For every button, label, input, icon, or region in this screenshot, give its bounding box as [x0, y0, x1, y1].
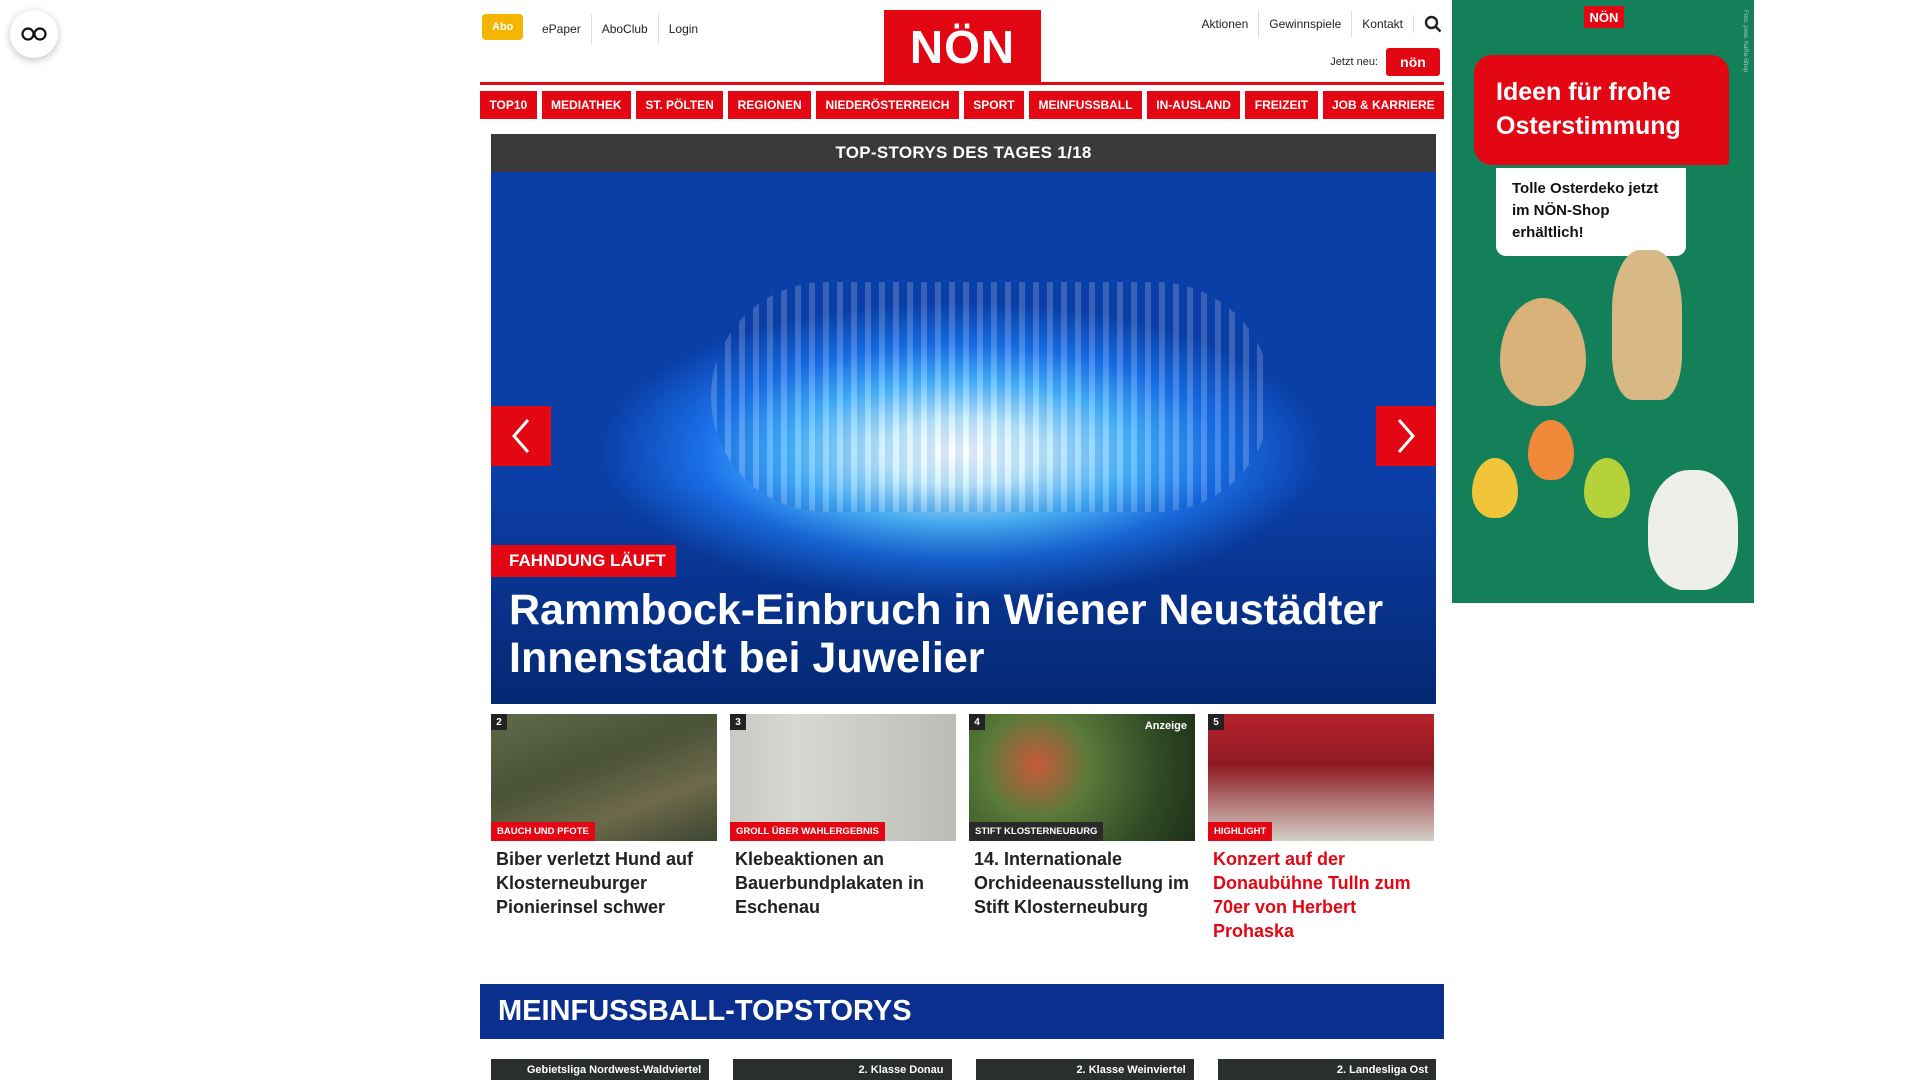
easter-ad-banner[interactable]: NÖN Foto: pixel, KaRa-Shop Ideen für fro… — [1452, 0, 1754, 603]
teaser-title[interactable]: Biber verletzt Hund auf Klosterneuburger… — [496, 847, 712, 919]
section-teaser[interactable]: 2. Klasse Donau — [733, 1059, 952, 1080]
nav-item-mediathek[interactable]: MEDIATHEK — [541, 91, 631, 119]
teaser-image: 2 BAUCH UND PFOTE — [491, 714, 717, 841]
ad-label: Anzeige — [1144, 720, 1187, 732]
ad-logo: NÖN — [1584, 6, 1624, 28]
teaser-tag: HIGHLIGHT — [1208, 822, 1273, 841]
abo-button[interactable]: Abo — [482, 14, 524, 40]
jetzt-neu-label: Jetzt neu: — [1330, 56, 1378, 68]
nav-item-meinfussball[interactable]: MEINFUSSBALL — [1029, 91, 1142, 119]
section-teaser[interactable]: 2. Landesliga Ost — [1217, 1059, 1436, 1080]
chevron-left-icon — [512, 419, 530, 453]
section-heading[interactable]: MEINFUSSBALL-TOPSTORYS — [480, 984, 1444, 1039]
gewinnspiele-link[interactable]: Gewinnspiele — [1258, 10, 1351, 38]
carousel-heading: TOP-STORYS DES TAGES 1/18 — [491, 134, 1436, 172]
teaser-title[interactable]: Klebeaktionen an Bauerbundplakaten in Es… — [735, 847, 951, 919]
teaser-number: 2 — [491, 714, 507, 730]
teaser-number: 4 — [969, 714, 985, 730]
hero-kicker: FAHNDUNG LÄUFT — [491, 545, 676, 577]
story-teasers: 2 BAUCH UND PFOTE Biber verletzt Hund au… — [491, 714, 1436, 943]
teaser-number: 3 — [730, 714, 746, 730]
teaser-tag: GROLL ÜBER WAHLERGEBNIS — [730, 822, 885, 841]
hero-story[interactable]: FAHNDUNG LÄUFT Rammbock-Einbruch in Wien… — [491, 172, 1436, 704]
nav-item-sport[interactable]: SPORT — [963, 91, 1025, 119]
teaser-image: 5 HIGHLIGHT — [1208, 714, 1434, 841]
kontakt-link[interactable]: Kontakt — [1351, 10, 1413, 38]
teaser-card[interactable]: 3 GROLL ÜBER WAHLERGEBNIS Klebeaktionen … — [730, 714, 956, 943]
site-header: Abo ePaper AboClub Login NÖN Aktionen Ge… — [480, 0, 1444, 86]
epaper-link[interactable]: ePaper — [532, 14, 591, 44]
top-links: ePaper AboClub Login — [532, 14, 708, 44]
rabbit-icon — [1648, 470, 1738, 590]
teaser-image: 4 Anzeige STIFT KLOSTERNEUBURG — [969, 714, 1195, 841]
hero-image-light — [711, 282, 1271, 512]
nav-item-regionen[interactable]: REGIONEN — [728, 91, 812, 119]
top-stories-carousel: TOP-STORYS DES TAGES 1/18 FAHNDUNG LÄUFT… — [491, 134, 1436, 704]
main-nav: TOP10 MEDIATHEK ST. PÖLTEN REGIONEN NIED… — [480, 91, 1445, 119]
ad-headline: Ideen für frohe Osterstimmung — [1474, 55, 1729, 165]
nav-item-freizeit[interactable]: FREIZEIT — [1245, 91, 1318, 119]
login-link[interactable]: Login — [657, 14, 708, 44]
teaser-title[interactable]: Konzert auf der Donaubühne Tulln zum 70e… — [1213, 847, 1429, 943]
site-logo[interactable]: NÖN — [884, 10, 1041, 83]
reader-toggle-button[interactable] — [10, 10, 58, 58]
carousel-next-button[interactable] — [1376, 406, 1436, 466]
hero-title[interactable]: Rammbock-Einbruch in Wiener Neustädter I… — [509, 586, 1429, 682]
bunny-figure-icon — [1612, 250, 1682, 400]
glasses-icon — [21, 27, 47, 41]
carousel-prev-button[interactable] — [491, 406, 551, 466]
aboclub-link[interactable]: AboClub — [590, 14, 658, 44]
section-teasers: Gebietsliga Nordwest-Waldviertel 2. Klas… — [491, 1059, 1436, 1080]
teaser-card[interactable]: 5 HIGHLIGHT Konzert auf der Donaubühne T… — [1208, 714, 1434, 943]
teaser-tag: STIFT KLOSTERNEUBURG — [969, 822, 1104, 841]
jetzt-neu-logo: nön — [1386, 48, 1440, 76]
egg-decoration-icon — [1500, 298, 1586, 406]
chevron-right-icon — [1397, 419, 1415, 453]
egg-decoration-icon — [1584, 458, 1630, 518]
section-teaser[interactable]: Gebietsliga Nordwest-Waldviertel — [491, 1059, 710, 1080]
section-teaser[interactable]: 2. Klasse Weinviertel — [975, 1059, 1194, 1080]
nav-item-niederoesterreich[interactable]: NIEDERÖSTERREICH — [816, 91, 959, 119]
nav-item-job-karriere[interactable]: JOB & KARRIERE — [1322, 91, 1445, 119]
teaser-card[interactable]: 4 Anzeige STIFT KLOSTERNEUBURG 14. Inter… — [969, 714, 1195, 943]
teaser-tag: BAUCH UND PFOTE — [491, 822, 595, 841]
ad-credit: Foto: pixel, KaRa-Shop — [1742, 10, 1748, 73]
egg-decoration-icon — [1472, 458, 1518, 518]
search-icon — [1424, 15, 1442, 33]
egg-decoration-icon — [1528, 420, 1574, 480]
header-divider — [480, 82, 1444, 85]
teaser-image: 3 GROLL ÜBER WAHLERGEBNIS — [730, 714, 956, 841]
teaser-card[interactable]: 2 BAUCH UND PFOTE Biber verletzt Hund au… — [491, 714, 717, 943]
nav-item-st-poelten[interactable]: ST. PÖLTEN — [635, 91, 724, 119]
teaser-title[interactable]: 14. Internationale Orchideenausstellung … — [974, 847, 1190, 919]
teaser-number: 5 — [1208, 714, 1224, 730]
search-button[interactable] — [1413, 15, 1444, 33]
jetzt-neu-promo[interactable]: Jetzt neu: nön — [1330, 48, 1440, 76]
nav-item-top10[interactable]: TOP10 — [480, 91, 537, 119]
service-links: Aktionen Gewinnspiele Kontakt — [1192, 10, 1444, 38]
aktionen-link[interactable]: Aktionen — [1192, 10, 1259, 38]
ad-subline: Tolle Osterdeko jetzt im NÖN-Shop erhält… — [1496, 168, 1686, 256]
nav-item-in-ausland[interactable]: IN-AUSLAND — [1146, 91, 1241, 119]
